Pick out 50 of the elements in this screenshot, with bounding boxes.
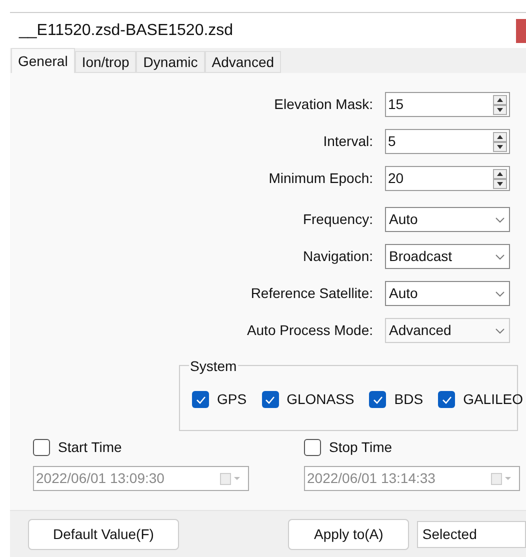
chevron-down-icon: [495, 216, 505, 222]
checkbox-label: BDS: [394, 390, 424, 409]
checkbox-label: GALILEO: [463, 390, 523, 409]
date-field[interactable]: 2022/06/01 13:14:33: [304, 466, 520, 491]
spin-arrows-icon: [493, 132, 507, 152]
field-label: Reference Satellite:: [250, 284, 374, 303]
check-icon: [196, 396, 206, 404]
spin-field[interactable]: 5: [385, 129, 510, 154]
dropdown[interactable]: Advanced: [385, 318, 510, 343]
spin-field[interactable]: 20: [385, 166, 510, 191]
field-label: Frequency:: [302, 210, 374, 229]
dropdown[interactable]: Broadcast: [385, 244, 510, 269]
calendar-icon: [491, 472, 513, 484]
checkbox[interactable]: [262, 391, 279, 408]
close-button[interactable]: [516, 18, 526, 42]
dropdown[interactable]: Auto: [385, 207, 510, 232]
field-label: Navigation:: [302, 247, 374, 266]
check-icon: [372, 396, 383, 404]
tab[interactable]: Dynamic: [136, 51, 205, 73]
spin-arrows-icon: [493, 94, 507, 114]
spin-field[interactable]: 15: [385, 92, 510, 117]
apply-button[interactable]: Apply to(A): [288, 518, 410, 550]
date-field[interactable]: 2022/06/01 13:09:30: [33, 466, 249, 491]
checkbox[interactable]: [304, 439, 321, 456]
apply-target-dropdown[interactable]: Selected: [417, 520, 526, 548]
checkbox[interactable]: [33, 439, 50, 456]
tab[interactable]: General: [11, 48, 75, 73]
chevron-down-icon: [495, 254, 505, 260]
tab[interactable]: Advanced: [204, 51, 282, 73]
checkbox[interactable]: [438, 391, 456, 408]
checkbox-label: GPS: [217, 390, 247, 409]
check-icon: [442, 396, 452, 404]
chevron-down-icon: [495, 290, 505, 296]
chevron-down-icon: [495, 328, 505, 334]
window-title: __E11520.zsd-BASE1520.zsd: [18, 20, 234, 40]
field-label: Auto Process Mode:: [246, 321, 374, 340]
spin-arrows-icon: [493, 168, 507, 188]
checkbox-label: Stop Time: [329, 438, 392, 457]
checkbox-label: GLONASS: [286, 390, 354, 409]
checkbox[interactable]: [369, 391, 386, 408]
field-label: Interval:: [322, 132, 374, 151]
check-icon: [265, 396, 276, 404]
field-label: Minimum Epoch:: [268, 169, 374, 188]
calendar-icon: [220, 472, 242, 484]
field-label: Elevation Mask:: [273, 95, 374, 114]
checkbox-label: Start Time: [58, 438, 122, 457]
default-value-button[interactable]: Default Value(F): [28, 518, 179, 550]
tab[interactable]: Ion/trop: [74, 51, 136, 73]
checkbox[interactable]: [192, 391, 209, 408]
dropdown[interactable]: Auto: [385, 281, 510, 306]
